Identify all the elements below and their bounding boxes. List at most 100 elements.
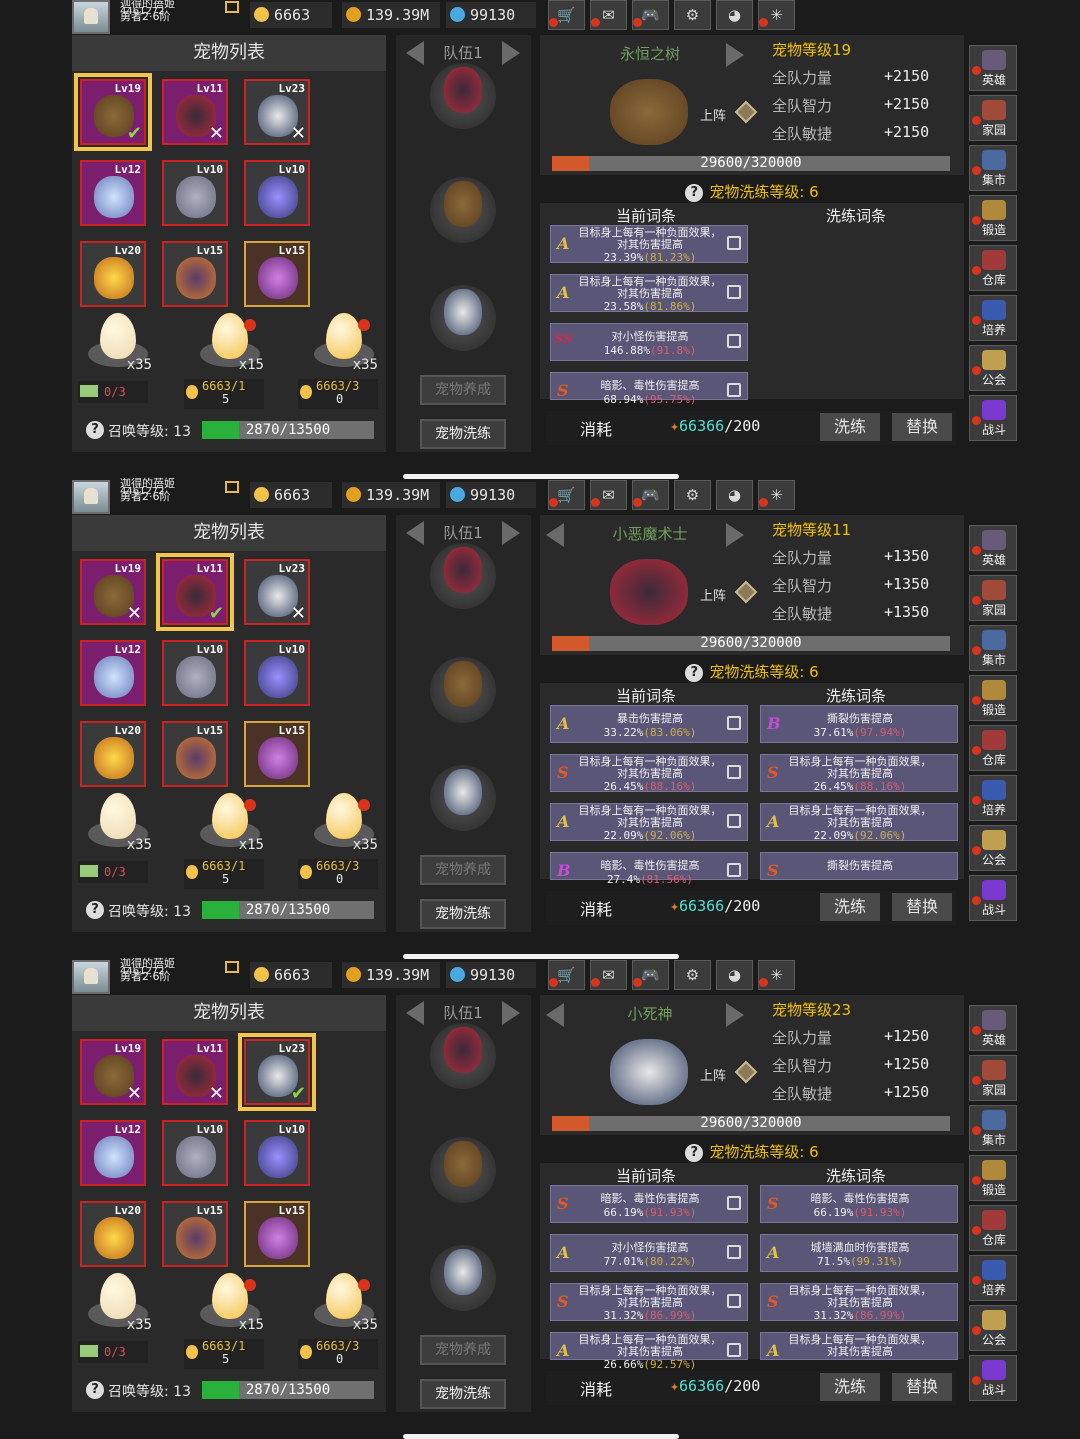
spider-icon[interactable]: ✳ <box>758 960 795 990</box>
team-slot[interactable] <box>430 543 496 609</box>
pet-raise-button[interactable]: 宠物养成 <box>420 375 506 405</box>
next-pet-arrow-icon[interactable] <box>726 43 744 67</box>
help-icon[interactable]: ? <box>685 663 704 682</box>
pet-slot[interactable]: Lv20 <box>80 1201 146 1267</box>
pet-slot[interactable]: Lv10 <box>162 160 228 226</box>
wash-button[interactable]: 洗练 <box>820 1373 880 1401</box>
wash-affix[interactable]: A 目标身上每有一种负面效果，对其伤害提高 22.09%(92.06%) <box>760 803 958 842</box>
pet-wash-button[interactable]: 宠物洗练 <box>420 419 506 449</box>
current-affix[interactable]: A 目标身上每有一种负面效果，对其伤害提高 22.09%(92.06%) <box>550 803 748 842</box>
sidebar-item-wizard[interactable]: 培养 <box>969 775 1017 821</box>
sidebar-item-wizard[interactable]: 培养 <box>969 1255 1017 1301</box>
sidebar-item-market[interactable]: 集市 <box>969 145 1017 191</box>
lock-icon[interactable] <box>727 1343 741 1357</box>
sidebar-item-vortex[interactable]: 战斗 <box>969 395 1017 441</box>
pet-slot[interactable]: Lv15 <box>244 1201 310 1267</box>
lock-icon[interactable] <box>727 1245 741 1259</box>
lock-icon[interactable] <box>727 383 741 397</box>
help-icon[interactable]: ? <box>685 1143 704 1162</box>
current-affix[interactable]: B 暗影、毒性伤害提高 27.4%(81.56%) <box>550 852 748 886</box>
team-slot[interactable] <box>430 63 496 129</box>
sidebar-item-chest[interactable]: 仓库 <box>969 725 1017 771</box>
team-slot[interactable] <box>430 1245 496 1311</box>
spider-icon[interactable]: ✳ <box>758 480 795 510</box>
pet-slot[interactable]: Lv15 <box>162 241 228 307</box>
help-icon[interactable]: ? <box>86 421 104 439</box>
sidebar-item-guild[interactable]: 公会 <box>969 1305 1017 1351</box>
edit-icon[interactable] <box>225 1 239 13</box>
sidebar-item-house[interactable]: 家园 <box>969 95 1017 141</box>
sidebar-item-guild[interactable]: 公会 <box>969 345 1017 391</box>
replace-button[interactable]: 替换 <box>892 893 952 921</box>
summon-egg[interactable]: x15 <box>194 313 264 373</box>
wash-affix[interactable]: S 目标身上每有一种负面效果，对其伤害提高 31.32%(86.99%) <box>760 1283 958 1322</box>
replace-button[interactable]: 替换 <box>892 413 952 441</box>
team-slot[interactable] <box>430 285 496 351</box>
summon-egg[interactable]: x35 <box>82 793 152 853</box>
sidebar-item-anvil[interactable]: 锻造 <box>969 1155 1017 1201</box>
sidebar-item-vortex[interactable]: 战斗 <box>969 875 1017 921</box>
sidebar-item-house[interactable]: 家园 <box>969 1055 1017 1101</box>
next-team-arrow-icon[interactable] <box>502 41 520 65</box>
player-avatar[interactable] <box>72 0 110 34</box>
wash-affix[interactable]: B 撕裂伤害提高 37.61%(97.94%) <box>760 705 958 743</box>
summon-egg[interactable]: x35 <box>82 313 152 373</box>
pet-slot[interactable]: Lv23 ✕ <box>244 559 310 625</box>
lock-icon[interactable] <box>727 236 741 250</box>
sidebar-item-anvil[interactable]: 锻造 <box>969 195 1017 241</box>
replace-button[interactable]: 替换 <box>892 1373 952 1401</box>
current-affix[interactable]: S 暗影、毒性伤害提高 68.94%(95.75%) <box>550 372 748 406</box>
summon-egg[interactable]: x35 <box>308 793 378 853</box>
colorwheel-icon[interactable]: ◕ <box>716 0 753 30</box>
next-team-arrow-icon[interactable] <box>502 521 520 545</box>
pet-slot[interactable]: Lv11 ✔ <box>156 553 234 631</box>
pet-slot[interactable]: Lv15 <box>162 1201 228 1267</box>
next-pet-arrow-icon[interactable] <box>726 523 744 547</box>
mail-icon[interactable]: ✉ <box>590 960 627 990</box>
summon-egg[interactable]: x35 <box>308 313 378 373</box>
summon-egg[interactable]: x35 <box>82 1273 152 1333</box>
lock-icon[interactable] <box>727 814 741 828</box>
wash-affix[interactable]: S 目标身上每有一种负面效果，对其伤害提高 26.45%(88.16%) <box>760 754 958 793</box>
gamepad-icon[interactable]: 🎮 <box>632 0 669 30</box>
sidebar-item-helmet[interactable]: 英雄 <box>969 45 1017 91</box>
team-slot[interactable] <box>430 657 496 723</box>
lock-icon[interactable] <box>727 716 741 730</box>
next-pet-arrow-icon[interactable] <box>726 1003 744 1027</box>
sidebar-item-market[interactable]: 集市 <box>969 625 1017 671</box>
team-slot[interactable] <box>430 765 496 831</box>
spider-icon[interactable]: ✳ <box>758 0 795 30</box>
deploy-diamond-icon[interactable] <box>734 100 758 124</box>
lock-icon[interactable] <box>727 863 741 877</box>
mail-icon[interactable]: ✉ <box>590 0 627 30</box>
shop-icon[interactable]: 🛒 <box>548 960 585 990</box>
current-affix[interactable]: A 对小怪伤害提高 77.01%(80.22%) <box>550 1234 748 1272</box>
pet-wash-button[interactable]: 宠物洗练 <box>420 1379 506 1409</box>
pet-raise-button[interactable]: 宠物养成 <box>420 1335 506 1365</box>
lock-icon[interactable] <box>727 334 741 348</box>
edit-icon[interactable] <box>225 481 239 493</box>
current-affix[interactable]: A 目标身上每有一种负面效果，对其伤害提高 23.58%(81.86%) <box>550 274 748 313</box>
sidebar-item-vortex[interactable]: 战斗 <box>969 1355 1017 1401</box>
team-slot[interactable] <box>430 177 496 243</box>
colorwheel-icon[interactable]: ◕ <box>716 480 753 510</box>
current-affix[interactable]: A 目标身上每有一种负面效果，对其伤害提高 23.39%(81.23%) <box>550 225 748 264</box>
pet-slot[interactable]: Lv19 ✔ <box>74 73 152 151</box>
sidebar-item-anvil[interactable]: 锻造 <box>969 675 1017 721</box>
pet-slot[interactable]: Lv10 <box>162 1120 228 1186</box>
next-team-arrow-icon[interactable] <box>502 1001 520 1025</box>
pet-slot[interactable]: Lv19 ✕ <box>80 1039 146 1105</box>
current-affix[interactable]: S 目标身上每有一种负面效果，对其伤害提高 26.45%(88.16%) <box>550 754 748 793</box>
shop-icon[interactable]: 🛒 <box>548 0 585 30</box>
pet-slot[interactable]: Lv20 <box>80 241 146 307</box>
pet-raise-button[interactable]: 宠物养成 <box>420 855 506 885</box>
pet-slot[interactable]: Lv23 ✔ <box>238 1033 316 1111</box>
sidebar-item-chest[interactable]: 仓库 <box>969 245 1017 291</box>
current-affix[interactable]: SS 对小怪伤害提高 146.88%(91.8%) <box>550 323 748 361</box>
summon-egg[interactable]: x15 <box>194 793 264 853</box>
team-slot[interactable] <box>430 1023 496 1089</box>
lock-icon[interactable] <box>727 1294 741 1308</box>
lock-icon[interactable] <box>727 765 741 779</box>
player-avatar[interactable] <box>72 960 110 994</box>
current-affix[interactable]: S 目标身上每有一种负面效果，对其伤害提高 31.32%(86.99%) <box>550 1283 748 1322</box>
